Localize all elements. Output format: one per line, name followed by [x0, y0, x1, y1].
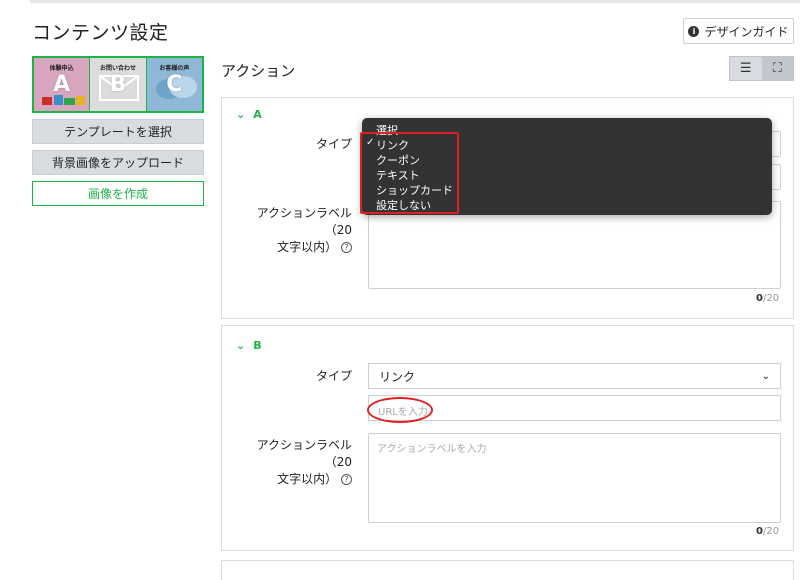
- help-icon[interactable]: ?: [341, 474, 352, 485]
- char-counter-b: 0/20: [756, 526, 779, 537]
- counter-current-b: 0: [756, 526, 763, 537]
- tile-b-caption: お問い合わせ: [99, 65, 136, 72]
- fullscreen-icon[interactable]: ⛶: [761, 57, 793, 80]
- tile-c-caption: お客様の声: [159, 65, 190, 72]
- action-label-b-line1: アクションラベル（20: [256, 438, 352, 469]
- tile-c[interactable]: お客様の声 C: [146, 58, 202, 111]
- tile-a[interactable]: 体験申込 A: [34, 58, 91, 111]
- upload-background-button[interactable]: 背景画像をアップロード: [32, 150, 204, 175]
- page-title: コンテンツ設定: [32, 22, 169, 44]
- action-label-a-line1: アクションラベル（20: [256, 206, 352, 237]
- action-card-b: ⌄ B タイプ リンク ⌄ URLを入力 アクションラベル（20 文字以内） ?…: [221, 325, 794, 551]
- action-placeholder-b: アクションラベルを入力: [377, 444, 487, 455]
- template-preview[interactable]: 体験申込 A お問い合わせ B お客様の声 C: [32, 56, 204, 113]
- card-a-label: A: [253, 108, 262, 121]
- top-divider: [30, 0, 800, 3]
- design-guide-label: デザインガイド: [704, 24, 789, 39]
- counter-current-a: 0: [756, 293, 763, 304]
- card-b-label: B: [253, 339, 262, 352]
- view-toggle[interactable]: ☰ ⛶: [729, 56, 794, 81]
- select-template-button[interactable]: テンプレートを選択: [32, 119, 204, 144]
- tile-b[interactable]: お問い合わせ B: [90, 58, 147, 111]
- type-select-b[interactable]: リンク ⌄: [368, 363, 781, 389]
- blocks-icon: [42, 95, 85, 105]
- highlight-ellipse: [367, 397, 433, 423]
- action-textarea-b[interactable]: アクションラベルを入力: [368, 433, 781, 523]
- chevron-down-icon: ⌄: [761, 370, 770, 382]
- card-a-header[interactable]: ⌄ A: [236, 108, 262, 121]
- action-label-b-line2: 文字以内）: [277, 472, 338, 486]
- type-label-b: タイプ: [315, 369, 352, 383]
- create-image-button[interactable]: 画像を作成: [32, 181, 204, 206]
- tile-b-letter: B: [109, 72, 127, 97]
- design-guide-button[interactable]: i デザインガイド: [683, 18, 794, 44]
- actions-title: アクション: [221, 62, 296, 80]
- next-card-edge: [221, 560, 794, 580]
- char-counter-a: 0/20: [756, 293, 779, 304]
- counter-total-b: /20: [762, 526, 780, 537]
- action-label-a-line2: 文字以内）: [277, 240, 338, 254]
- action-label-a: アクションラベル（20 文字以内） ?: [232, 205, 352, 256]
- tile-c-letter: C: [166, 72, 183, 97]
- action-label-b: アクションラベル（20 文字以内） ?: [232, 437, 352, 488]
- list-view-icon[interactable]: ☰: [730, 57, 762, 80]
- type-label-a: タイプ: [315, 137, 352, 151]
- tile-a-caption: 体験申込: [49, 65, 74, 72]
- counter-total-a: /20: [762, 293, 780, 304]
- type-select-b-value: リンク: [379, 369, 416, 384]
- chevron-down-icon: ⌄: [236, 339, 246, 352]
- info-icon: i: [688, 25, 700, 37]
- highlight-box: [360, 132, 459, 214]
- help-icon[interactable]: ?: [341, 242, 352, 253]
- card-b-header[interactable]: ⌄ B: [236, 339, 262, 352]
- chevron-down-icon: ⌄: [236, 108, 246, 121]
